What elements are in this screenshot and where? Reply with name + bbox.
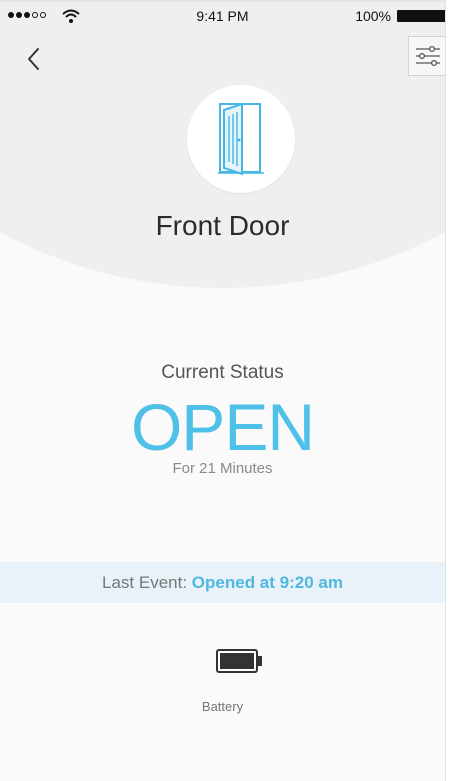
last-event-label: Last Event:: [102, 573, 192, 592]
device-detail-screen: 9:41 PM 100% Front Door Current Status O…: [0, 0, 446, 781]
battery-percent: 100%: [355, 8, 391, 24]
battery-label: Battery: [201, 699, 244, 714]
status-bar: 9:41 PM 100%: [0, 8, 445, 30]
status-label: Current Status: [161, 362, 284, 383]
last-event-banner: Last Event: Opened at 9:20 am: [0, 562, 445, 603]
status-duration: For 21 Minutes: [172, 460, 273, 477]
chevron-left-icon: [28, 48, 39, 70]
last-event-value[interactable]: Opened at 9:20 am: [192, 573, 343, 592]
top-divider: [0, 0, 445, 2]
device-name: Front Door: [155, 210, 290, 241]
door-open-icon: [218, 102, 264, 176]
sliders-icon: [416, 45, 440, 67]
battery-icon: [216, 649, 262, 673]
settings-button[interactable]: [408, 36, 445, 76]
status-value: OPEN: [130, 390, 315, 464]
back-button[interactable]: [22, 44, 46, 74]
status-battery-icon: [397, 10, 445, 22]
